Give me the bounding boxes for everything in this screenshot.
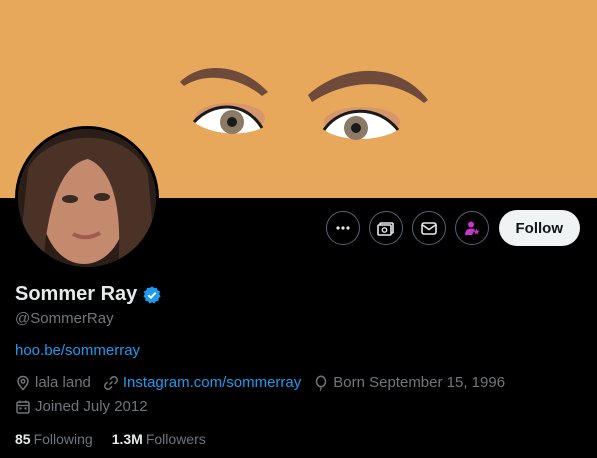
location-icon (17, 375, 29, 391)
follow-stats: 85 Following 1.3M Followers (15, 431, 206, 447)
website-link[interactable]: Instagram.com/sommerray (123, 374, 301, 391)
following-count: 85 (15, 431, 31, 447)
followers-label: Followers (145, 431, 206, 447)
profile-joined-row: Joined July 2012 (15, 398, 148, 415)
bio-link[interactable]: hoo.be/sommerray (15, 342, 140, 359)
subscribe-button[interactable] (368, 211, 403, 245)
verified-badge-icon[interactable] (142, 285, 162, 305)
birthday-item: Born September 15, 1996 (313, 374, 505, 391)
link-icon (103, 375, 118, 390)
following-label: Following (33, 431, 93, 447)
profile-meta-row: lala land Instagram.com/sommerray Born S… (15, 374, 505, 391)
website-item[interactable]: Instagram.com/sommerray (103, 374, 301, 391)
follow-button[interactable]: Follow (498, 210, 580, 246)
balloon-icon (316, 375, 327, 391)
calendar-icon (16, 400, 30, 414)
avatar-photo (18, 129, 156, 267)
location-item: lala land (15, 374, 91, 391)
followers-stat[interactable]: 1.3M Followers (112, 431, 206, 447)
profile-actions: Follow (325, 210, 580, 246)
display-name: Sommer Ray (15, 283, 138, 305)
following-stat[interactable]: 85 Following (15, 431, 93, 447)
notifications-button[interactable] (454, 211, 489, 245)
more-icon (335, 226, 350, 230)
person-star-icon (464, 221, 480, 235)
more-button[interactable] (325, 211, 360, 245)
subscribe-icon (376, 222, 394, 236)
message-button[interactable] (411, 211, 446, 245)
handle: @SommerRay (15, 310, 114, 327)
profile-name-row: Sommer Ray (15, 283, 162, 306)
avatar[interactable] (15, 126, 159, 270)
birthday-text: Born September 15, 1996 (333, 374, 506, 391)
joined-text: Joined July 2012 (35, 398, 148, 415)
joined-item: Joined July 2012 (15, 398, 148, 415)
location-text: lala land (35, 374, 91, 391)
message-icon (420, 222, 437, 235)
followers-count: 1.3M (111, 431, 143, 447)
